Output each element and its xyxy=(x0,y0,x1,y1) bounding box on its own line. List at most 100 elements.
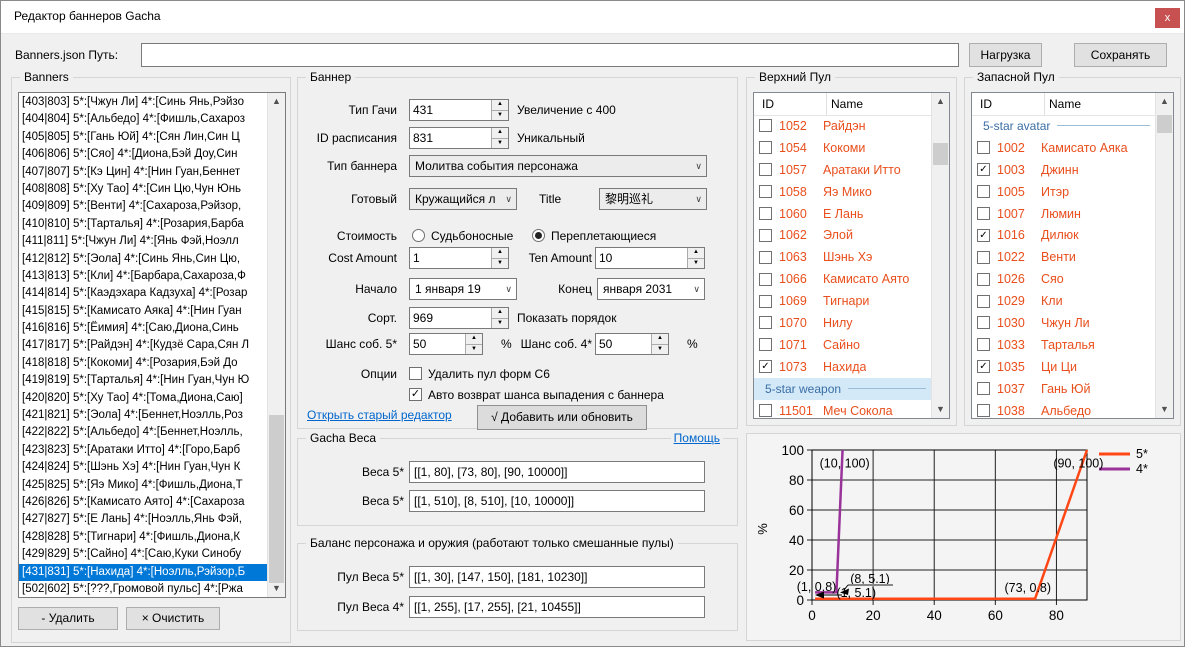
scrollbar-thumb[interactable] xyxy=(1157,115,1172,133)
schedule-id-spinner[interactable]: ▲▼ xyxy=(409,127,509,149)
prefab-combo[interactable]: Кружащийся л ∨ xyxy=(409,188,517,210)
remove-c6-checkbox[interactable] xyxy=(409,367,422,380)
scrollbar-thumb[interactable] xyxy=(269,415,284,583)
pool-row[interactable]: 1058Яэ Мико xyxy=(754,181,932,203)
end-date-combo[interactable]: января 2031 ∨ xyxy=(597,278,705,300)
pool-row[interactable]: 1060Е Лань xyxy=(754,203,932,225)
pool-row[interactable]: 1007Люмин xyxy=(972,203,1156,225)
column-id[interactable]: ID xyxy=(980,93,992,115)
row-checkbox[interactable] xyxy=(759,273,772,286)
close-button[interactable]: x xyxy=(1155,8,1180,28)
begin-date-combo[interactable]: 1 января 19 ∨ xyxy=(409,278,517,300)
chance4-spinner[interactable]: ▲▼ xyxy=(595,333,669,355)
pool-row[interactable]: 1062Элой xyxy=(754,224,932,246)
row-checkbox[interactable] xyxy=(977,273,990,286)
schedule-id-input[interactable] xyxy=(410,128,491,148)
upper-pool-scrollbar[interactable]: ▲ ▼ xyxy=(931,93,949,418)
banner-list-item[interactable]: [405|805] 5*:[Гань Юй] 4*:[Сян Лин,Син Ц xyxy=(19,129,268,146)
row-checkbox[interactable] xyxy=(977,316,990,329)
banner-list-item[interactable]: [413|813] 5*:[Кли] 4*:[Барбара,Сахароза,… xyxy=(19,268,268,285)
cost-radio-intertwined[interactable] xyxy=(532,229,545,242)
spin-down-icon[interactable]: ▼ xyxy=(652,345,668,355)
banner-list-item[interactable]: [403|803] 5*:[Чжун Ли] 4*:[Синь Янь,Рэйз… xyxy=(19,94,268,111)
banner-list-item[interactable]: [502|602] 5*:[???,Громовой пульс] 4*:[Рж… xyxy=(19,581,268,597)
scroll-up-icon[interactable]: ▲ xyxy=(268,93,285,110)
cost-amount-input[interactable] xyxy=(410,248,491,268)
save-button[interactable]: Сохранять xyxy=(1074,43,1167,67)
column-name[interactable]: Name xyxy=(826,93,863,115)
banners-scrollbar[interactable]: ▲ ▼ xyxy=(267,93,285,597)
row-checkbox[interactable]: ✓ xyxy=(977,360,990,373)
row-checkbox[interactable] xyxy=(977,207,990,220)
spin-down-icon[interactable]: ▼ xyxy=(492,111,508,121)
column-name[interactable]: Name xyxy=(1044,93,1081,115)
banner-list-item[interactable]: [407|807] 5*:[Кэ Цин] 4*:[Нин Гуан,Бенне… xyxy=(19,164,268,181)
path-input[interactable] xyxy=(141,43,959,67)
chance4-input[interactable] xyxy=(596,334,651,354)
spin-up-icon[interactable]: ▲ xyxy=(466,334,482,345)
load-button[interactable]: Нагрузка xyxy=(969,43,1042,67)
banner-type-combo[interactable]: Молитва события персонажа ∨ xyxy=(409,155,707,177)
ten-amount-spinner[interactable]: ▲▼ xyxy=(595,247,705,269)
pool-row[interactable]: 1029Кли xyxy=(972,290,1156,312)
banner-list-item[interactable]: [409|809] 5*:[Венти] 4*:[Сахароза,Рэйзор… xyxy=(19,198,268,215)
weights4-input[interactable] xyxy=(409,490,705,512)
spin-up-icon[interactable]: ▲ xyxy=(492,100,508,111)
scroll-down-icon[interactable]: ▼ xyxy=(1156,401,1173,418)
delete-banner-button[interactable]: - Удалить xyxy=(18,607,118,630)
row-checkbox[interactable] xyxy=(977,338,990,351)
banner-list-item[interactable]: [408|808] 5*:[Ху Тао] 4*:[Син Цю,Чун Юнь xyxy=(19,181,268,198)
pool-row[interactable]: 1037Гань Юй xyxy=(972,378,1156,400)
old-editor-link[interactable]: Открыть старый редактор xyxy=(307,408,452,422)
pool-row[interactable]: ✓1073Нахида xyxy=(754,356,932,378)
row-checkbox[interactable] xyxy=(977,251,990,264)
scroll-up-icon[interactable]: ▲ xyxy=(1156,93,1173,110)
pool-row[interactable]: 1063Шэнь Хэ xyxy=(754,246,932,268)
auto-return-checkbox[interactable]: ✓ xyxy=(409,388,422,401)
pool-row[interactable]: 1069Тигнари xyxy=(754,290,932,312)
spin-up-icon[interactable]: ▲ xyxy=(492,128,508,139)
sort-input[interactable] xyxy=(410,308,491,328)
row-checkbox[interactable] xyxy=(977,404,990,417)
fallback-pool-scrollbar[interactable]: ▲ ▼ xyxy=(1155,93,1173,418)
spin-down-icon[interactable]: ▼ xyxy=(492,259,508,269)
weights5-input[interactable] xyxy=(409,461,705,483)
banner-list-item[interactable]: [417|817] 5*:[Райдэн] 4*:[Кудзё Сара,Сян… xyxy=(19,337,268,354)
pool-row[interactable]: ✓1003Джинн xyxy=(972,159,1156,181)
row-checkbox[interactable] xyxy=(759,295,772,308)
banner-list-item[interactable]: [404|804] 5*:[Альбедо] 4*:[Фишль,Сахароз xyxy=(19,111,268,128)
banner-list-item[interactable]: [422|822] 5*:[Альбедо] 4*:[Беннет,Ноэлль… xyxy=(19,424,268,441)
banner-list-item[interactable]: [427|827] 5*:[Е Лань] 4*:[Ноэлль,Янь Фэй… xyxy=(19,511,268,528)
banner-list-item[interactable]: [419|819] 5*:[Тарталья] 4*:[Нин Гуан,Чун… xyxy=(19,372,268,389)
chance5-input[interactable] xyxy=(410,334,465,354)
pool-row[interactable]: 1057Аратаки Итто xyxy=(754,159,932,181)
pool-row[interactable]: ✓1016Дилюк xyxy=(972,224,1156,246)
spin-up-icon[interactable]: ▲ xyxy=(492,248,508,259)
row-checkbox[interactable] xyxy=(759,163,772,176)
add-or-update-button[interactable]: √ Добавить или обновить xyxy=(477,405,647,430)
row-checkbox[interactable] xyxy=(977,295,990,308)
row-checkbox[interactable] xyxy=(759,229,772,242)
clear-banners-button[interactable]: × Очистить xyxy=(126,607,220,630)
row-checkbox[interactable]: ✓ xyxy=(977,229,990,242)
pool-row[interactable]: 1033Тарталья xyxy=(972,334,1156,356)
scroll-down-icon[interactable]: ▼ xyxy=(932,401,949,418)
banner-list-item[interactable]: [406|806] 5*:[Сяо] 4*:[Диона,Бэй Доу,Син xyxy=(19,146,268,163)
banner-list-item[interactable]: [410|810] 5*:[Тарталья] 4*:[Розария,Барб… xyxy=(19,216,268,233)
pool-row[interactable]: 1030Чжун Ли xyxy=(972,312,1156,334)
row-checkbox[interactable] xyxy=(759,404,772,417)
pool-row[interactable]: 1071Сайно xyxy=(754,334,932,356)
banner-list-item[interactable]: [415|815] 5*:[Камисато Аяка] 4*:[Нин Гуа… xyxy=(19,303,268,320)
row-checkbox[interactable] xyxy=(759,185,772,198)
row-checkbox[interactable] xyxy=(759,207,772,220)
pool-row[interactable]: 1026Сяо xyxy=(972,268,1156,290)
pool-weights5-input[interactable] xyxy=(409,566,705,588)
banner-list-item[interactable]: [426|826] 5*:[Камисато Аято] 4*:[Сахароз… xyxy=(19,494,268,511)
spin-down-icon[interactable]: ▼ xyxy=(492,319,508,329)
sort-spinner[interactable]: ▲▼ xyxy=(409,307,509,329)
banner-list-item[interactable]: [428|828] 5*:[Тигнари] 4*:[Фишль,Диона,К xyxy=(19,529,268,546)
banner-list-item[interactable]: [423|823] 5*:[Аратаки Итто] 4*:[Горо,Бар… xyxy=(19,442,268,459)
banners-listbox[interactable]: [403|803] 5*:[Чжун Ли] 4*:[Синь Янь,Рэйз… xyxy=(18,92,286,598)
banner-list-item[interactable]: [414|814] 5*:[Каэдэхара Кадзуха] 4*:[Роз… xyxy=(19,285,268,302)
banner-list-item[interactable]: [425|825] 5*:[Яэ Мико] 4*:[Фишль,Диона,Т xyxy=(19,477,268,494)
